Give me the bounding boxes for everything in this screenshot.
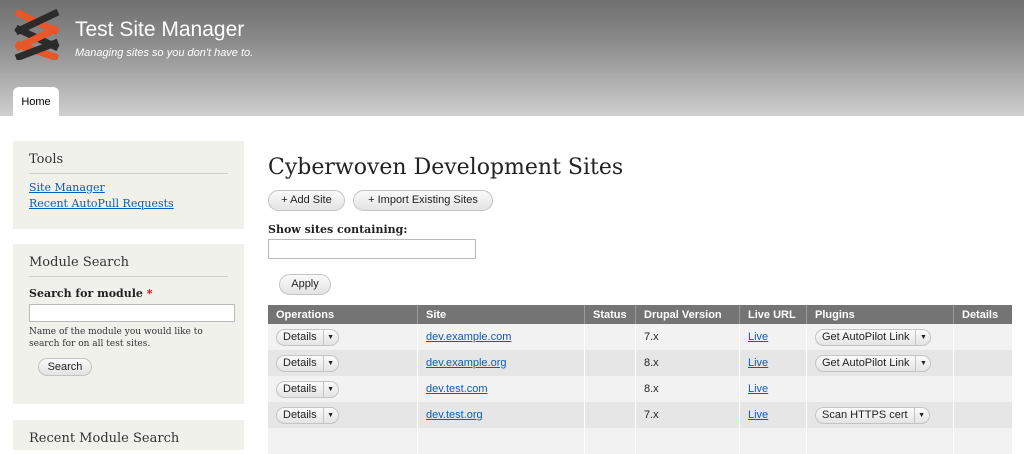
dropdown-arrow-icon[interactable]: ▼	[322, 407, 338, 423]
site-slogan: Managing sites so you don't have to.	[75, 47, 254, 59]
operations-label: Details	[283, 357, 317, 369]
site-link[interactable]: dev.test.org	[426, 409, 483, 421]
operations-label: Details	[283, 383, 317, 395]
operations-dropdown[interactable]: Details ▼	[276, 354, 339, 372]
search-module-label: Search for module *	[29, 287, 228, 300]
col-plugins[interactable]: Plugins	[806, 305, 954, 324]
table-row: Details ▼ dev.test.com 8.x Live	[268, 376, 1012, 402]
operations-label: Details	[283, 331, 317, 343]
status-cell	[584, 402, 636, 428]
version-cell: 7.x	[635, 324, 740, 350]
filter-input[interactable]	[268, 239, 476, 259]
site-manager-link[interactable]: Site Manager	[29, 180, 228, 196]
plugins-dropdown[interactable]: Get AutoPilot Link ▼	[815, 354, 932, 372]
module-search-block: Module Search Search for module * Name o…	[13, 244, 244, 404]
details-cell	[953, 402, 1012, 428]
tools-block: Tools Site Manager Recent AutoPull Reque…	[13, 141, 244, 229]
site-link[interactable]: dev.example.com	[426, 331, 511, 343]
operations-dropdown[interactable]: Details ▼	[276, 406, 339, 424]
version-cell: 8.x	[635, 350, 740, 376]
filter-label: Show sites containing:	[268, 223, 408, 236]
dropdown-arrow-icon[interactable]: ▼	[322, 329, 338, 345]
operations-dropdown[interactable]: Details ▼	[276, 380, 339, 398]
col-operations[interactable]: Operations	[268, 305, 418, 324]
plugins-cell	[806, 376, 954, 402]
required-mark: *	[146, 287, 153, 300]
recent-autopull-link[interactable]: Recent AutoPull Requests	[29, 196, 228, 212]
site-link[interactable]: dev.test.com	[426, 383, 488, 395]
plugin-label: Get AutoPilot Link	[822, 331, 910, 343]
col-site[interactable]: Site	[417, 305, 585, 324]
plugins-dropdown[interactable]: Scan HTTPS cert ▼	[815, 406, 930, 424]
col-status[interactable]: Status	[584, 305, 636, 324]
site-logo[interactable]	[12, 8, 62, 60]
tools-block-title: Tools	[29, 141, 228, 174]
live-link[interactable]: Live	[748, 331, 768, 343]
apply-button[interactable]: Apply	[279, 274, 331, 295]
dropdown-arrow-icon[interactable]: ▼	[915, 355, 930, 371]
col-details[interactable]: Details	[953, 305, 1012, 324]
dropdown-arrow-icon[interactable]: ▼	[913, 407, 929, 423]
add-site-button[interactable]: + Add Site	[268, 190, 345, 211]
details-cell	[953, 324, 1012, 350]
search-module-label-text: Search for module	[29, 287, 143, 300]
page-title: Cyberwoven Development Sites	[268, 155, 624, 180]
sites-table: Operations Site Status Drupal Version Li…	[268, 305, 1012, 454]
dropdown-arrow-icon[interactable]: ▼	[322, 355, 338, 371]
module-search-title: Module Search	[29, 244, 228, 277]
details-cell	[953, 350, 1012, 376]
table-row: Details ▼ dev.test.org 7.x Live Scan HTTP…	[268, 402, 1012, 428]
live-link[interactable]: Live	[748, 409, 768, 421]
site-name[interactable]: Test Site Manager	[75, 18, 244, 42]
site-header: Test Site Manager Managing sites so you …	[0, 0, 1024, 116]
status-cell	[584, 350, 636, 376]
module-search-input[interactable]	[29, 304, 235, 322]
operations-dropdown[interactable]: Details ▼	[276, 328, 339, 346]
version-cell: 7.x	[635, 402, 740, 428]
import-existing-sites-button[interactable]: + Import Existing Sites	[353, 190, 493, 211]
recent-module-search-block: Recent Module Search	[13, 420, 244, 450]
search-button[interactable]: Search	[38, 358, 92, 376]
dropdown-arrow-icon[interactable]: ▼	[322, 381, 338, 397]
table-row: Details ▼ dev.example.com 7.x Live Get Au…	[268, 324, 1012, 350]
plugin-label: Scan HTTPS cert	[822, 409, 908, 421]
operations-label: Details	[283, 409, 317, 421]
site-link[interactable]: dev.example.org	[426, 357, 507, 369]
live-link[interactable]: Live	[748, 357, 768, 369]
status-cell	[584, 324, 636, 350]
col-live-url[interactable]: Live URL	[739, 305, 807, 324]
table-row: Details ▼ dev.example.org 8.x Live Get Au…	[268, 350, 1012, 376]
dropdown-arrow-icon[interactable]: ▼	[915, 329, 930, 345]
details-cell	[953, 376, 1012, 402]
recent-module-search-title: Recent Module Search	[29, 431, 180, 446]
col-drupal-version[interactable]: Drupal Version	[635, 305, 740, 324]
plugin-label: Get AutoPilot Link	[822, 357, 910, 369]
status-cell	[584, 376, 636, 402]
plugins-dropdown[interactable]: Get AutoPilot Link ▼	[815, 328, 932, 346]
table-row	[268, 428, 1012, 454]
table-header-row: Operations Site Status Drupal Version Li…	[268, 305, 1012, 324]
tab-home[interactable]: Home	[13, 87, 59, 116]
module-search-description: Name of the module you would like to sea…	[29, 327, 203, 349]
live-link[interactable]: Live	[748, 383, 768, 395]
version-cell: 8.x	[635, 376, 740, 402]
